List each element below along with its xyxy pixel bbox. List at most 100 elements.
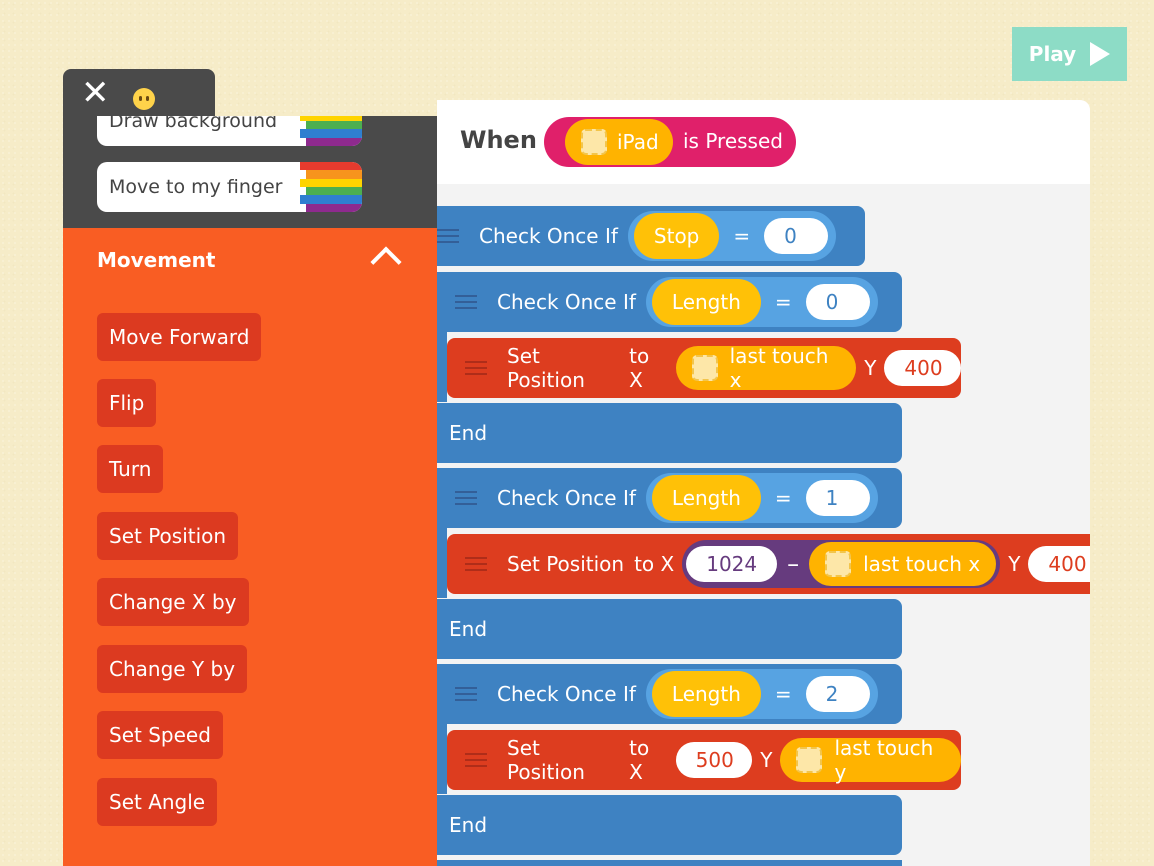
rainbow-stripes — [300, 162, 362, 212]
behavior-move-to-my-finger[interactable]: Move to my finger — [97, 162, 362, 212]
rainbow-stripes — [300, 116, 362, 146]
to-x-label: to X — [634, 552, 675, 576]
end-block[interactable]: End — [437, 599, 902, 659]
block-label: Set Position — [109, 524, 227, 548]
condition[interactable]: Length = 1 — [645, 473, 878, 523]
movement-palette: Movement Move Forward Flip Turn Set Posi… — [63, 228, 437, 866]
drag-handle-icon[interactable] — [455, 687, 477, 701]
play-button[interactable]: Play — [1012, 27, 1127, 81]
block-set-position[interactable]: Set Position — [97, 512, 239, 560]
variable-pill[interactable]: Length — [651, 671, 761, 717]
block-flip[interactable]: Flip — [97, 379, 157, 427]
block-label: Turn — [109, 457, 152, 481]
operand-field[interactable]: 1024 — [686, 546, 778, 582]
block-label: Set Angle — [109, 790, 206, 814]
y-value-field[interactable]: 400 — [884, 350, 961, 386]
y-label: Y — [760, 748, 773, 772]
value-field[interactable]: 1 — [805, 480, 870, 516]
end-label: End — [449, 813, 488, 837]
condition[interactable]: Stop = 0 — [627, 211, 837, 261]
code-editor: When iPad is Pressed Check Once If Stop … — [437, 100, 1090, 866]
last-touch-x-pill[interactable]: last touch x — [675, 344, 857, 392]
block-change-y-by[interactable]: Change Y by — [97, 645, 248, 693]
block-label: Move Forward — [109, 325, 250, 349]
check-once-if-block[interactable]: Check Once If Stop = 0 — [437, 206, 865, 266]
trigger-object[interactable]: iPad — [565, 119, 673, 165]
value-field[interactable]: 2 — [805, 676, 870, 712]
block-label: Set Position — [507, 552, 625, 576]
close-icon[interactable]: ✕ — [81, 73, 110, 113]
chevron-up-icon[interactable] — [370, 246, 402, 278]
block-bracket — [437, 724, 447, 794]
variable-label: last touch y — [834, 736, 934, 784]
object-icon — [796, 747, 823, 773]
set-position-block[interactable]: Set Position to X last touch x Y 400 — [447, 338, 961, 398]
block-bracket — [437, 528, 447, 598]
minus-operator: – — [787, 550, 800, 578]
y-value-field[interactable]: 400 — [1028, 546, 1090, 582]
behavior-draw-background[interactable]: Draw background — [97, 116, 362, 146]
value-text: 400 — [1048, 552, 1087, 576]
equals-operator: = — [733, 224, 751, 248]
trigger-event-label: is Pressed — [683, 129, 783, 153]
set-position-block[interactable]: Set Position to X 1024 – last touch x Y … — [447, 534, 1090, 594]
trigger-rule[interactable]: iPad is Pressed — [544, 117, 796, 167]
block-label: Set Position — [507, 736, 585, 784]
variable-label: last touch x — [729, 344, 829, 392]
block-move-forward[interactable]: Move Forward — [97, 313, 262, 361]
subtract-operator-pill[interactable]: 1024 – last touch x — [682, 540, 1001, 588]
block-change-x-by[interactable]: Change X by — [97, 578, 249, 626]
section-title-movement: Movement — [97, 248, 216, 272]
block-turn[interactable]: Turn — [97, 445, 164, 493]
block-label: Flip — [109, 391, 145, 415]
drag-handle-icon[interactable] — [455, 491, 477, 505]
value-text: 1 — [825, 486, 839, 510]
end-block[interactable]: End — [437, 795, 902, 855]
behavior-label: Move to my finger — [109, 176, 283, 198]
last-touch-y-pill[interactable]: last touch y — [780, 736, 961, 784]
value-field[interactable]: 0 — [805, 284, 870, 320]
variable-label: Length — [671, 682, 741, 706]
value-text: 400 — [904, 356, 943, 380]
block-label: Check Once If — [497, 682, 636, 706]
variable-label: Length — [671, 290, 741, 314]
block-set-angle[interactable]: Set Angle — [97, 778, 218, 826]
y-label: Y — [1008, 552, 1021, 576]
block-label: Set Speed — [109, 723, 211, 747]
end-block[interactable]: End — [437, 403, 902, 463]
block-label: Change Y by — [109, 657, 236, 681]
check-once-if-block[interactable]: Check Once If Length = 1 — [437, 468, 902, 528]
drag-handle-icon[interactable] — [437, 229, 459, 243]
check-once-if-block[interactable]: Check Once If Length = 0 — [437, 272, 902, 332]
condition[interactable]: Length = 2 — [645, 669, 878, 719]
variable-label: Length — [671, 486, 741, 510]
drag-handle-icon[interactable] — [465, 361, 487, 375]
drag-handle-icon[interactable] — [465, 753, 487, 767]
block-set-speed[interactable]: Set Speed — [97, 711, 223, 759]
check-once-if-block[interactable]: Check Once If Length = 2 — [437, 664, 902, 724]
equals-operator: = — [774, 486, 792, 510]
block-label: Check Once If — [479, 224, 618, 248]
behaviors-section: Draw background Move to my finger — [63, 116, 437, 228]
variable-pill[interactable]: Length — [651, 475, 761, 521]
play-icon — [1090, 42, 1111, 66]
block-label: Change X by — [109, 590, 237, 614]
drag-handle-icon[interactable] — [465, 557, 487, 571]
value-text: 500 — [695, 748, 734, 772]
set-position-block[interactable]: Set Position to X 500 Y last touch y — [447, 730, 961, 790]
variable-pill[interactable]: Length — [651, 279, 761, 325]
next-block-edge — [437, 860, 902, 866]
x-value-field[interactable]: 500 — [675, 742, 753, 778]
palette-close-tab: ✕ — [63, 69, 215, 121]
block-bracket — [437, 332, 447, 402]
block-label: Set Position — [507, 344, 585, 392]
character-emoji-icon — [133, 88, 155, 110]
variable-pill[interactable]: Stop — [633, 213, 720, 259]
value-text: 1024 — [706, 552, 758, 576]
last-touch-x-pill[interactable]: last touch x — [809, 542, 997, 586]
drag-handle-icon[interactable] — [455, 295, 477, 309]
value-field[interactable]: 0 — [764, 218, 829, 254]
condition[interactable]: Length = 0 — [645, 277, 878, 327]
object-icon — [691, 355, 718, 381]
object-icon — [581, 129, 607, 155]
